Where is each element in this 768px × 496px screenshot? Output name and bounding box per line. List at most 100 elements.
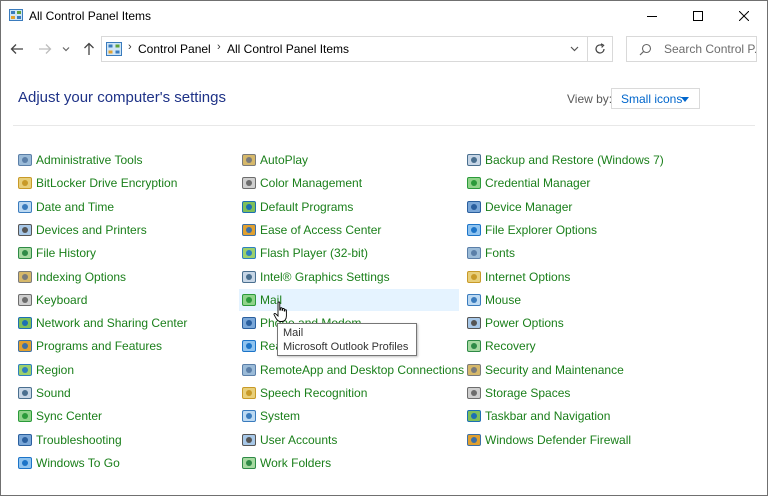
maximize-button[interactable] [675,1,721,31]
control-panel-item-bitlocker-drive-encryption[interactable]: BitLocker Drive Encryption [15,172,225,194]
control-panel-item-security-and-maintenance[interactable]: Security and Maintenance [464,359,664,381]
address-history-button[interactable] [566,42,582,56]
control-panel-item-keyboard[interactable]: Keyboard [15,289,225,311]
control-panel-item-taskbar-and-navigation[interactable]: Taskbar and Navigation [464,405,664,427]
view-by-dropdown[interactable]: Small icons [611,88,700,109]
control-panel-item-label[interactable]: Work Folders [260,456,331,470]
control-panel-item-power-options[interactable]: Power Options [464,312,664,334]
control-panel-item-label[interactable]: Power Options [485,316,564,330]
caret-down-icon [681,97,689,102]
control-panel-item-storage-spaces[interactable]: Storage Spaces [464,382,664,404]
control-panel-item-label[interactable]: User Accounts [260,433,337,447]
breadcrumb-control-panel[interactable]: Control Panel [138,42,211,56]
control-panel-item-label[interactable]: Flash Player (32-bit) [260,246,368,260]
control-panel-item-label[interactable]: System [260,409,300,423]
control-panel-item-system[interactable]: System [239,405,459,427]
control-panel-item-credential-manager[interactable]: Credential Manager [464,172,664,194]
up-button[interactable] [79,39,99,59]
control-panel-item-sound[interactable]: Sound [15,382,225,404]
minimize-button[interactable] [629,1,675,31]
control-panel-item-label[interactable]: Devices and Printers [36,223,147,237]
control-panel-item-default-programs[interactable]: Default Programs [239,196,459,218]
control-panel-item-intel-graphics-settings[interactable]: Intel® Graphics Settings [239,266,459,288]
control-panel-item-autoplay[interactable]: AutoPlay [239,149,459,171]
control-panel-item-label[interactable]: Speech Recognition [260,386,367,400]
control-panel-item-color-management[interactable]: Color Management [239,172,459,194]
control-panel-item-flash-player-32-bit[interactable]: Flash Player (32-bit) [239,242,459,264]
control-panel-item-label[interactable]: Network and Sharing Center [36,316,187,330]
control-panel-item-windows-to-go[interactable]: Windows To Go [15,452,225,474]
control-panel-item-label[interactable]: AutoPlay [260,153,308,167]
control-panel-item-label[interactable]: File Explorer Options [485,223,597,237]
control-panel-item-mail[interactable]: Mail [239,289,459,311]
control-panel-item-label[interactable]: BitLocker Drive Encryption [36,176,177,190]
control-panel-item-label[interactable]: Device Manager [485,200,572,214]
control-panel-item-backup-and-restore-windows-7[interactable]: Backup and Restore (Windows 7) [464,149,664,171]
control-panel-item-devices-and-printers[interactable]: Devices and Printers [15,219,225,241]
back-button[interactable] [7,39,27,59]
control-panel-item-label[interactable]: Sound [36,386,71,400]
control-panel-item-troubleshooting[interactable]: Troubleshooting [15,429,225,451]
control-panel-item-label[interactable]: Credential Manager [485,176,590,190]
control-panel-item-label[interactable]: Administrative Tools [36,153,143,167]
control-panel-item-label[interactable]: Region [36,363,74,377]
windows-to-go-icon [18,457,32,469]
control-panel-item-internet-options[interactable]: Internet Options [464,266,664,288]
programs-icon [18,340,32,352]
control-panel-item-label[interactable]: Default Programs [260,200,353,214]
control-panel-item-label[interactable]: Indexing Options [36,270,126,284]
title-bar[interactable]: All Control Panel Items [1,1,767,31]
control-panel-item-label[interactable]: Color Management [260,176,362,190]
control-panel-item-programs-and-features[interactable]: Programs and Features [15,335,225,357]
control-panel-item-user-accounts[interactable]: User Accounts [239,429,459,451]
control-panel-item-label[interactable]: Recovery [485,339,536,353]
control-panel-item-label[interactable]: Date and Time [36,200,114,214]
control-panel-item-label[interactable]: RemoteApp and Desktop Connections [260,363,464,377]
control-panel-item-sync-center[interactable]: Sync Center [15,405,225,427]
control-panel-item-device-manager[interactable]: Device Manager [464,196,664,218]
control-panel-item-remoteapp-and-desktop-connections[interactable]: RemoteApp and Desktop Connections [239,359,464,381]
control-panel-item-label[interactable]: Fonts [485,246,515,260]
control-panel-item-label[interactable]: Troubleshooting [36,433,122,447]
refresh-button[interactable] [588,36,613,62]
control-panel-item-label[interactable]: Sync Center [36,409,102,423]
admin-tools-icon [18,154,32,166]
control-panel-item-speech-recognition[interactable]: Speech Recognition [239,382,459,404]
control-panel-item-region[interactable]: Region [15,359,225,381]
control-panel-item-windows-defender-firewall[interactable]: Windows Defender Firewall [464,429,664,451]
recent-locations-button[interactable] [59,39,73,59]
control-panel-item-recovery[interactable]: Recovery [464,335,664,357]
address-bar[interactable]: › Control Panel › All Control Panel Item… [101,36,588,62]
control-panel-item-label[interactable]: Security and Maintenance [485,363,624,377]
control-panel-item-file-explorer-options[interactable]: File Explorer Options [464,219,664,241]
printer-icon [18,224,32,236]
control-panel-item-label[interactable]: Windows Defender Firewall [485,433,631,447]
control-panel-item-mouse[interactable]: Mouse [464,289,664,311]
control-panel-item-work-folders[interactable]: Work Folders [239,452,459,474]
close-button[interactable] [721,1,767,31]
control-panel-item-administrative-tools[interactable]: Administrative Tools [15,149,225,171]
control-panel-item-label[interactable]: Mouse [485,293,521,307]
control-panel-item-indexing-options[interactable]: Indexing Options [15,266,225,288]
control-panel-item-date-and-time[interactable]: Date and Time [15,196,225,218]
control-panel-item-label[interactable]: Taskbar and Navigation [485,409,610,423]
breadcrumb-separator[interactable]: › [217,41,221,53]
control-panel-item-file-history[interactable]: File History [15,242,225,264]
search-box[interactable]: Search Control P... [626,36,757,62]
control-panel-item-label[interactable]: Programs and Features [36,339,162,353]
control-panel-item-label[interactable]: Internet Options [485,270,570,284]
control-panel-item-fonts[interactable]: Fonts [464,242,664,264]
control-panel-item-label[interactable]: Intel® Graphics Settings [260,270,390,284]
control-panel-item-label[interactable]: Ease of Access Center [260,223,381,237]
control-panel-item-label[interactable]: Backup and Restore (Windows 7) [485,153,664,167]
breadcrumb-separator[interactable]: › [128,41,132,53]
control-panel-item-label[interactable]: File History [36,246,96,260]
forward-button[interactable] [35,39,55,59]
control-panel-item-ease-of-access-center[interactable]: Ease of Access Center [239,219,459,241]
control-panel-item-label[interactable]: Windows To Go [36,456,120,470]
breadcrumb-all-items[interactable]: All Control Panel Items [227,42,349,56]
control-panel-item-label[interactable]: Storage Spaces [485,386,570,400]
control-panel-item-network-and-sharing-center[interactable]: Network and Sharing Center [15,312,225,334]
control-panel-item-label[interactable]: Keyboard [36,293,87,307]
search-placeholder[interactable]: Search Control P... [664,42,756,56]
